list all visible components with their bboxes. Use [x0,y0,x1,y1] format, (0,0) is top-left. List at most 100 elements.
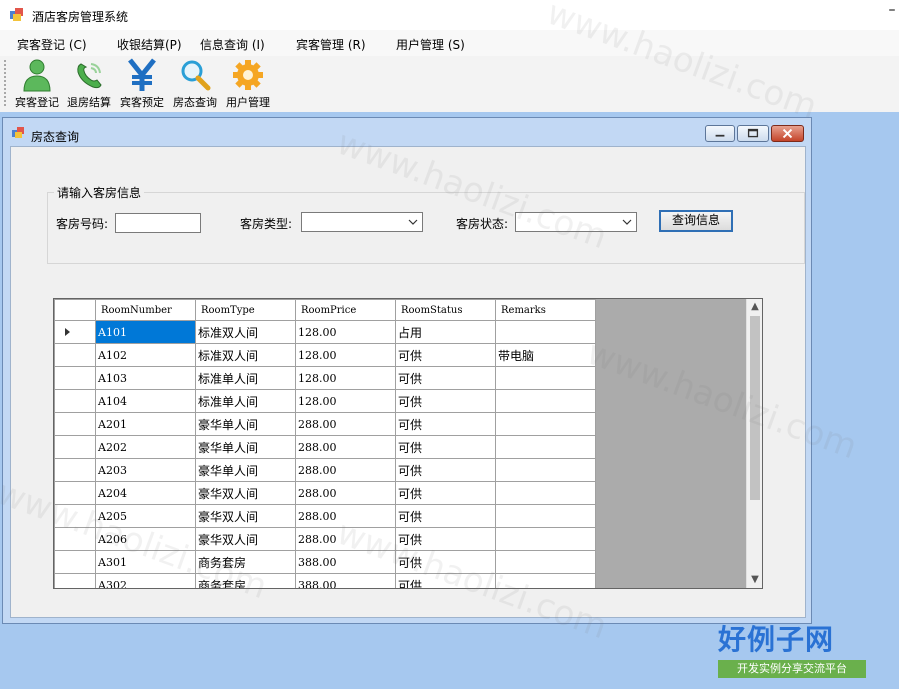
table-cell[interactable] [495,320,596,344]
row-header[interactable] [54,343,96,367]
table-cell[interactable]: A201 [95,412,196,436]
table-cell[interactable]: 可供 [395,481,496,505]
room-type-combo[interactable] [301,212,423,232]
table-row[interactable]: A101 标准双人间 128.00 占用 [54,320,596,344]
table-cell[interactable] [495,366,596,390]
table-cell[interactable]: 豪华双人间 [195,481,296,505]
toolbar-room-status-button[interactable]: 房态查询 [168,58,222,110]
toolbar-grip[interactable] [4,60,8,106]
table-cell[interactable]: 可供 [395,527,496,551]
table-cell[interactable]: 可供 [395,573,496,588]
toolbar-checkout-button[interactable]: 退房结算 [62,58,116,110]
row-header[interactable] [54,504,96,528]
row-header[interactable] [54,481,96,505]
row-header[interactable] [54,527,96,551]
table-cell[interactable]: 豪华单人间 [195,458,296,482]
table-cell[interactable]: A205 [95,504,196,528]
table-cell[interactable]: 128.00 [295,343,396,367]
window-maximize-button[interactable] [737,125,769,142]
row-header[interactable] [54,550,96,574]
table-cell[interactable]: 商务套房 [195,573,296,588]
table-row[interactable]: A202 豪华单人间 288.00 可供 [54,435,596,459]
scroll-thumb[interactable] [750,316,760,500]
column-header[interactable]: Remarks [495,299,596,321]
table-cell[interactable]: A302 [95,573,196,588]
table-cell[interactable]: A206 [95,527,196,551]
row-header[interactable] [54,573,96,588]
toolbar-guest-register-button[interactable]: 宾客登记 [10,58,64,110]
toolbar-reservation-button[interactable]: 宾客预定 [115,58,169,110]
table-cell[interactable]: 128.00 [295,389,396,413]
window-minimize-button[interactable] [705,125,735,142]
column-header[interactable]: RoomStatus [395,299,496,321]
table-cell[interactable]: 豪华双人间 [195,527,296,551]
menu-info-query[interactable]: 信息查询 (I) [200,36,265,53]
table-row[interactable]: A204 豪华双人间 288.00 可供 [54,481,596,505]
menu-guest-register[interactable]: 宾客登记 (C) [17,36,87,53]
table-row[interactable]: A206 豪华双人间 288.00 可供 [54,527,596,551]
table-cell[interactable]: 288.00 [295,504,396,528]
table-cell[interactable]: 128.00 [295,320,396,344]
table-cell[interactable]: A104 [95,389,196,413]
room-no-input[interactable] [115,213,201,233]
table-cell[interactable]: 标准单人间 [195,389,296,413]
table-cell[interactable]: A202 [95,435,196,459]
table-row[interactable]: A201 豪华单人间 288.00 可供 [54,412,596,436]
table-row[interactable]: A104 标准单人间 128.00 可供 [54,389,596,413]
table-cell[interactable]: 标准双人间 [195,343,296,367]
table-cell[interactable]: A103 [95,366,196,390]
table-row[interactable]: A102 标准双人间 128.00 可供 带电脑 [54,343,596,367]
table-cell[interactable] [495,435,596,459]
table-row[interactable]: A301 商务套房 388.00 可供 [54,550,596,574]
table-row[interactable]: A203 豪华单人间 288.00 可供 [54,458,596,482]
table-cell[interactable]: 可供 [395,504,496,528]
table-cell[interactable]: 豪华双人间 [195,504,296,528]
table-cell[interactable] [495,389,596,413]
table-cell[interactable]: A204 [95,481,196,505]
table-cell[interactable]: 可供 [395,412,496,436]
scroll-up-icon[interactable]: ▲ [747,299,762,315]
table-cell[interactable]: 标准双人间 [195,320,296,344]
row-header[interactable] [54,366,96,390]
table-cell[interactable]: 288.00 [295,481,396,505]
room-status-window-title-bar[interactable]: 房态查询 [3,118,811,146]
table-cell[interactable]: 388.00 [295,573,396,588]
table-cell[interactable]: 288.00 [295,435,396,459]
table-cell[interactable]: 可供 [395,343,496,367]
menu-cashier[interactable]: 收银结算(P) [117,36,182,53]
table-cell[interactable]: A102 [95,343,196,367]
table-cell[interactable]: 可供 [395,550,496,574]
table-cell[interactable] [495,412,596,436]
table-cell[interactable]: 豪华单人间 [195,435,296,459]
row-header[interactable] [54,412,96,436]
row-header[interactable] [54,320,96,344]
table-cell[interactable]: 可供 [395,366,496,390]
table-cell[interactable]: 288.00 [295,412,396,436]
table-cell[interactable]: 可供 [395,435,496,459]
menu-user-manage[interactable]: 用户管理 (S) [396,36,465,53]
table-row[interactable]: A302 商务套房 388.00 可供 [54,573,596,588]
table-cell[interactable]: 可供 [395,389,496,413]
table-cell[interactable]: 标准单人间 [195,366,296,390]
table-cell[interactable]: 豪华单人间 [195,412,296,436]
table-cell[interactable]: 可供 [395,458,496,482]
table-cell[interactable] [495,458,596,482]
table-cell[interactable]: A203 [95,458,196,482]
row-header[interactable] [54,458,96,482]
column-header[interactable]: RoomNumber [95,299,196,321]
room-data-grid[interactable]: RoomNumber RoomType RoomPrice RoomStatus… [53,298,763,589]
table-cell[interactable]: 128.00 [295,366,396,390]
room-status-combo[interactable] [515,212,637,232]
table-cell[interactable] [495,504,596,528]
menu-guest-manage[interactable]: 宾客管理 (R) [296,36,366,53]
table-cell[interactable] [495,481,596,505]
table-cell[interactable]: A101 [95,320,196,344]
table-row[interactable]: A205 豪华双人间 288.00 可供 [54,504,596,528]
table-cell[interactable]: 288.00 [295,527,396,551]
column-header[interactable]: RoomPrice [295,299,396,321]
minimize-button[interactable]: – [885,2,899,20]
table-cell[interactable] [495,573,596,588]
scroll-down-icon[interactable]: ▼ [747,572,762,588]
table-cell[interactable]: 商务套房 [195,550,296,574]
row-header[interactable] [54,435,96,459]
